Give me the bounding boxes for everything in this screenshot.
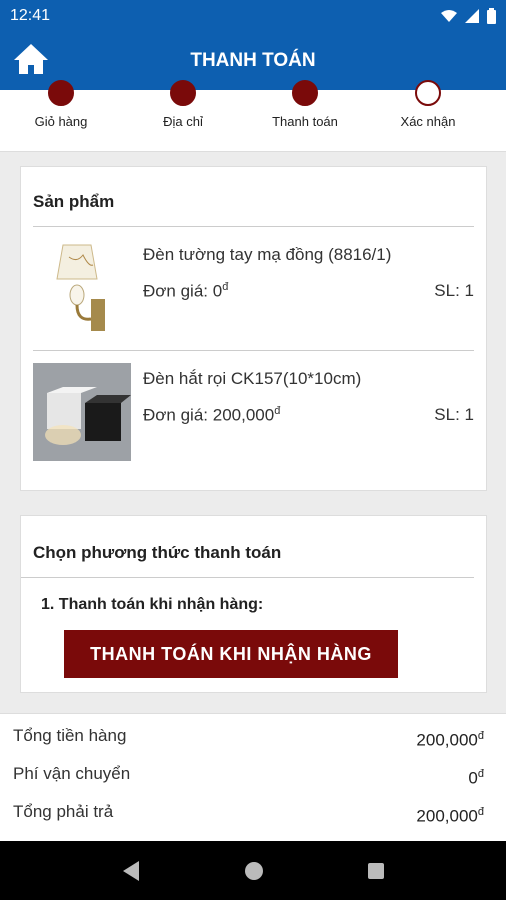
product-price: Đơn giá: 200,000đ bbox=[143, 405, 281, 425]
subtotal-label: Tổng tiền hàng bbox=[13, 726, 127, 745]
step-indicator bbox=[292, 80, 318, 106]
recents-icon[interactable] bbox=[367, 862, 385, 880]
step-cart[interactable]: Giỏ hàng bbox=[1, 80, 121, 129]
product-quantity: SL: 1 bbox=[434, 405, 474, 424]
subtotal-row: Tổng tiền hàng 200,000đ bbox=[0, 714, 506, 752]
product-name: Đèn tường tay mạ đồng (8816/1) bbox=[143, 245, 392, 264]
product-image bbox=[33, 239, 131, 337]
status-time: 12:41 bbox=[10, 7, 51, 24]
checkout-steps: Giỏ hàng Địa chỉ Thanh toán Xác nhận bbox=[0, 80, 506, 152]
signal-icon bbox=[465, 9, 479, 23]
product-name: Đèn hắt rọi CK157(10*10cm) bbox=[143, 369, 362, 388]
subtotal-value: 200,000đ bbox=[416, 730, 484, 750]
list-item[interactable]: Đèn hắt rọi CK157(10*10cm) Đơn giá: 200,… bbox=[33, 351, 474, 475]
product-image bbox=[33, 363, 131, 461]
total-row: Tổng phải trả 200,000đ bbox=[0, 790, 506, 828]
payment-title: Chọn phương thức thanh toán bbox=[21, 516, 474, 578]
shipping-value: 0đ bbox=[468, 768, 484, 788]
payment-option-label: 1. Thanh toán khi nhận hàng: bbox=[41, 596, 264, 613]
shipping-row: Phí vận chuyển 0đ bbox=[0, 752, 506, 790]
system-nav-bar bbox=[0, 841, 506, 900]
page-title: THANH TOÁN bbox=[190, 50, 316, 71]
back-icon[interactable] bbox=[121, 860, 141, 882]
payment-card: Chọn phương thức thanh toán 1. Thanh toá… bbox=[20, 515, 487, 693]
step-label: Giỏ hàng bbox=[34, 114, 88, 129]
step-confirm[interactable]: Xác nhận bbox=[368, 80, 488, 129]
battery-icon bbox=[487, 8, 496, 24]
step-indicator bbox=[48, 80, 74, 106]
home-nav-icon[interactable] bbox=[244, 861, 264, 881]
order-totals: Tổng tiền hàng 200,000đ Phí vận chuyển 0… bbox=[0, 713, 506, 841]
shipping-label: Phí vận chuyển bbox=[13, 764, 131, 783]
step-indicator bbox=[170, 80, 196, 106]
wifi-icon bbox=[441, 10, 457, 22]
list-item[interactable]: Đèn tường tay mạ đồng (8816/1) Đơn giá: … bbox=[33, 227, 474, 351]
status-bar: 12:41 bbox=[0, 0, 506, 32]
total-label: Tổng phải trả bbox=[13, 802, 114, 821]
products-title: Sản phẩm bbox=[33, 167, 474, 227]
step-address[interactable]: Địa chỉ bbox=[123, 80, 243, 129]
step-label: Địa chỉ bbox=[163, 114, 203, 129]
step-payment[interactable]: Thanh toán bbox=[245, 80, 365, 129]
step-label: Xác nhận bbox=[400, 114, 456, 129]
products-card: Sản phẩm Đèn tường tay mạ đồng (8816/1) … bbox=[20, 166, 487, 491]
step-indicator bbox=[415, 80, 441, 106]
product-quantity: SL: 1 bbox=[434, 281, 474, 300]
total-value: 200,000đ bbox=[416, 806, 484, 826]
product-price: Đơn giá: 0đ bbox=[143, 281, 229, 301]
step-label: Thanh toán bbox=[272, 114, 338, 129]
cash-on-delivery-button[interactable]: THANH TOÁN KHI NHẬN HÀNG bbox=[64, 630, 398, 678]
